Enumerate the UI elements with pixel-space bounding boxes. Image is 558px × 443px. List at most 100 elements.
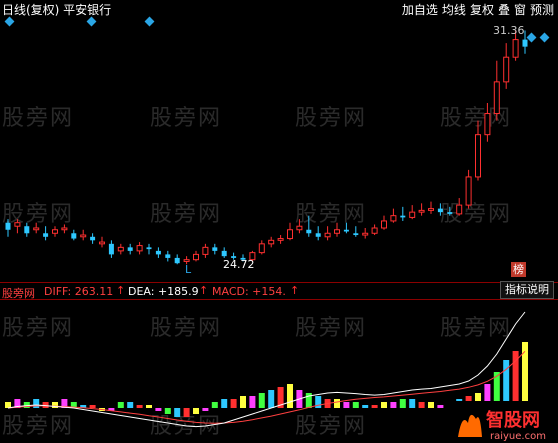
macd-bar xyxy=(183,408,190,417)
candle-body[interactable] xyxy=(475,134,481,178)
up-arrow-icon: ↑ xyxy=(290,284,300,297)
candle-body[interactable] xyxy=(390,215,397,222)
macd-bar xyxy=(437,405,444,408)
candle-body[interactable] xyxy=(183,259,190,262)
macd-bar xyxy=(287,384,293,408)
candle-body[interactable] xyxy=(99,241,105,245)
logo-url: raiyue.com xyxy=(490,431,546,442)
macd-bar xyxy=(390,402,397,408)
high-price-label: 31.36 xyxy=(493,24,525,37)
candle-body[interactable] xyxy=(117,246,124,252)
candle-body[interactable] xyxy=(418,209,425,213)
candle-body[interactable] xyxy=(80,234,87,238)
candle-body[interactable] xyxy=(277,238,284,241)
candle-body[interactable] xyxy=(296,225,303,231)
candle-body[interactable] xyxy=(400,215,406,218)
candle-body[interactable] xyxy=(43,233,49,237)
macd-bar xyxy=(221,399,228,408)
up-arrow-icon: ↑ xyxy=(116,284,126,297)
macd-bar xyxy=(5,402,11,408)
candle-body[interactable] xyxy=(193,253,199,261)
candle-body[interactable] xyxy=(155,250,161,255)
candle-body[interactable] xyxy=(371,227,378,234)
up-arrow-icon: ↑ xyxy=(199,284,209,297)
candle-body[interactable] xyxy=(5,222,11,230)
candle-body[interactable] xyxy=(456,204,463,215)
price-candlestick-chart[interactable] xyxy=(0,14,558,280)
candle-body[interactable] xyxy=(512,39,519,58)
diff-value: DIFF: 263.11 xyxy=(44,285,114,298)
rank-badge[interactable]: 榜 xyxy=(511,262,526,277)
candle-body[interactable] xyxy=(465,176,472,206)
macd-value: MACD: +154. xyxy=(212,285,286,298)
logo-brand: 智股网 xyxy=(486,409,540,431)
candle-body[interactable] xyxy=(503,56,510,83)
macd-bar xyxy=(334,399,340,408)
candle-body[interactable] xyxy=(324,232,331,238)
candle-body[interactable] xyxy=(409,211,416,218)
stock-chart-window: 日线(复权) 平安银行 加自选 均线 复权 叠 窗 预测 股旁网 股旁网 股旁网… xyxy=(0,0,558,443)
macd-bar xyxy=(146,405,152,408)
candle-body[interactable] xyxy=(306,229,312,234)
candle-body[interactable] xyxy=(212,247,218,251)
candle-body[interactable] xyxy=(522,39,528,47)
macd-bar xyxy=(193,408,199,414)
low-price-label: 24.72 xyxy=(223,258,255,271)
candle-body[interactable] xyxy=(165,254,171,258)
macd-bar xyxy=(399,399,406,408)
candle-body[interactable] xyxy=(61,227,68,231)
candle-body[interactable] xyxy=(136,245,143,252)
candle-body[interactable] xyxy=(202,246,209,255)
macd-bar xyxy=(258,393,265,408)
macd-bar xyxy=(268,390,275,408)
candle-body[interactable] xyxy=(221,250,227,257)
candle-body[interactable] xyxy=(14,222,21,227)
macd-bar xyxy=(352,402,359,408)
candle-body[interactable] xyxy=(315,233,321,237)
candle-body[interactable] xyxy=(268,239,275,245)
candle-body[interactable] xyxy=(258,243,265,254)
candle-body[interactable] xyxy=(437,208,443,213)
macd-bar xyxy=(230,399,237,408)
candle-body[interactable] xyxy=(127,247,133,251)
candle-body[interactable] xyxy=(24,226,30,234)
candle-body[interactable] xyxy=(33,227,40,231)
macd-bar xyxy=(211,402,218,408)
macd-bar xyxy=(174,408,181,417)
candle-body[interactable] xyxy=(90,236,96,241)
candle-body[interactable] xyxy=(447,212,453,214)
macd-bar xyxy=(512,351,519,408)
macd-bar xyxy=(343,402,350,408)
macd-bar xyxy=(164,408,171,414)
macd-bar xyxy=(202,408,209,411)
candle-body[interactable] xyxy=(52,229,58,234)
indicator-help-button[interactable]: 指标说明 xyxy=(500,281,554,299)
candle-body[interactable] xyxy=(71,233,77,239)
candle-body[interactable] xyxy=(146,247,152,250)
candle-body[interactable] xyxy=(484,113,491,136)
macd-bar xyxy=(362,405,369,408)
candle-body[interactable] xyxy=(174,257,180,264)
candle-body[interactable] xyxy=(343,229,349,232)
candle-body[interactable] xyxy=(381,220,387,229)
candle-body[interactable] xyxy=(353,233,359,236)
macd-bar xyxy=(371,405,378,408)
candle-body[interactable] xyxy=(493,81,500,115)
candle-body[interactable] xyxy=(428,208,434,211)
macd-bar xyxy=(33,399,40,408)
low-marker: L xyxy=(185,263,192,276)
macd-bar xyxy=(155,408,162,411)
macd-legend: 股旁网 DIFF: 263.11 ↑ DEA: +185.9 ↑ MACD: +… xyxy=(0,283,558,300)
site-logo: 智股网 raiyue.com xyxy=(446,401,558,443)
candle-body[interactable] xyxy=(108,243,114,255)
macd-bar xyxy=(409,399,416,408)
candle-body[interactable] xyxy=(362,232,369,236)
macd-bar xyxy=(249,396,256,408)
macd-bar xyxy=(418,402,425,408)
macd-bar xyxy=(117,402,124,408)
candle-body[interactable] xyxy=(334,229,340,234)
macd-bar xyxy=(127,402,134,408)
macd-bar xyxy=(428,402,434,408)
candle-body[interactable] xyxy=(287,229,293,240)
macd-bar xyxy=(89,405,96,408)
